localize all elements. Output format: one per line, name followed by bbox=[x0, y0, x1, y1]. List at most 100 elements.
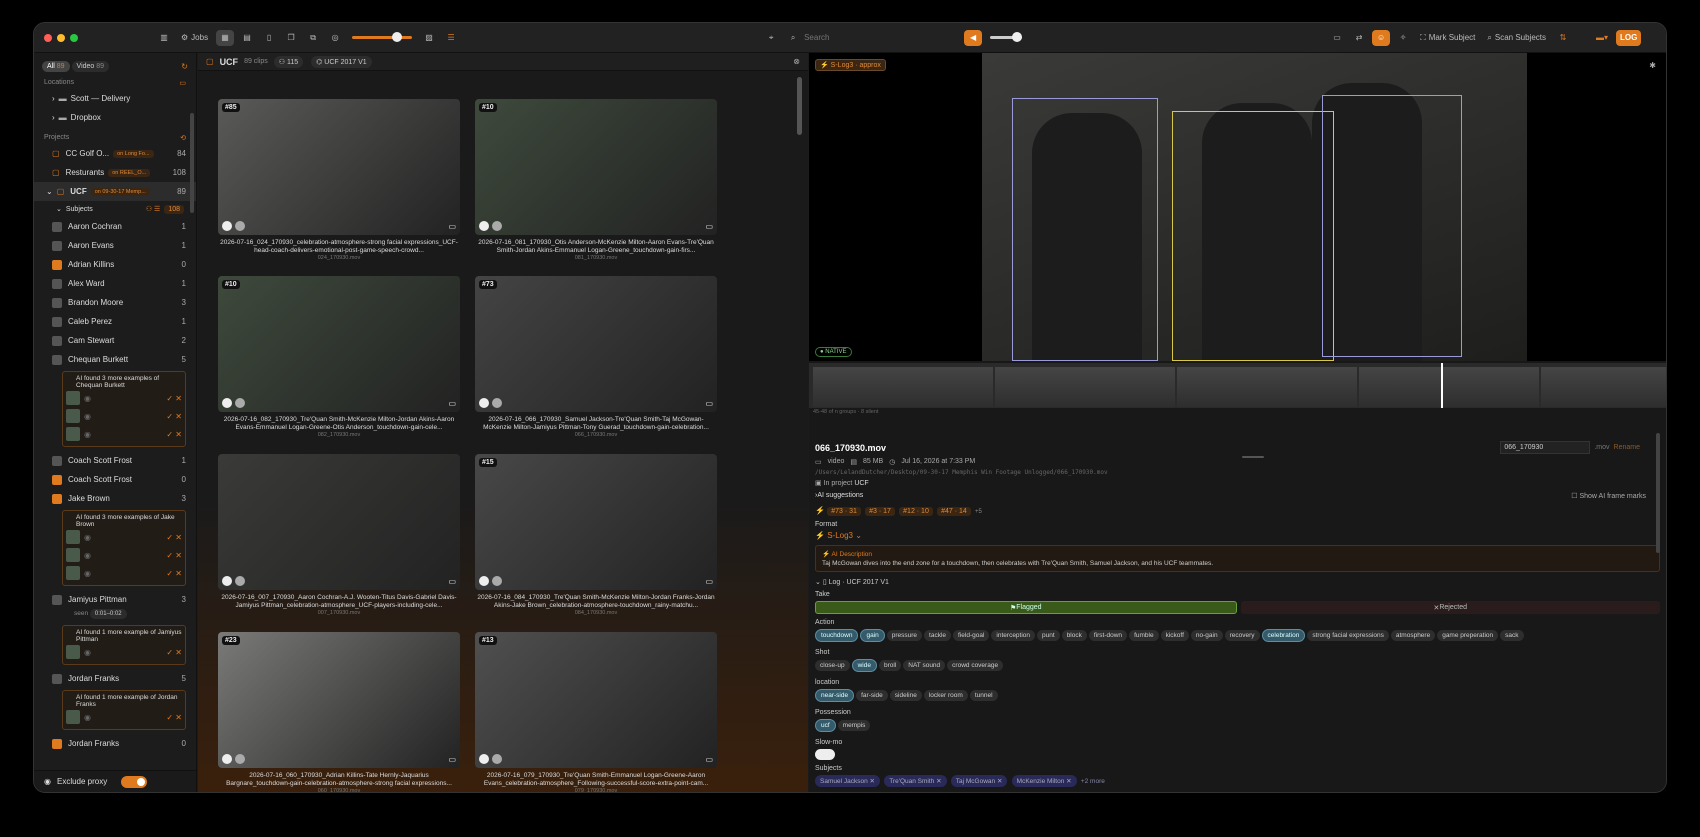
subject-tools-icon[interactable]: ⚇ ☰ bbox=[146, 205, 161, 213]
tag-chip[interactable]: far-side bbox=[856, 690, 888, 701]
subject-item[interactable]: Alex Ward 1 bbox=[34, 274, 196, 293]
clip-thumbnail[interactable]: ▭ bbox=[218, 454, 460, 590]
tag-chip[interactable]: celebration bbox=[1261, 629, 1306, 642]
folder-add-icon[interactable]: ▭ bbox=[179, 79, 186, 87]
copy-icon[interactable]: ❐ bbox=[282, 30, 300, 46]
filter-icon[interactable]: ◎ bbox=[326, 30, 344, 46]
tag-chip[interactable]: mempis bbox=[837, 720, 871, 731]
accept-icon[interactable]: ✓ ✕ bbox=[166, 394, 182, 403]
wand-icon[interactable]: ✧ bbox=[1394, 30, 1412, 46]
subject-item[interactable]: Coach Scott Frost 0 bbox=[34, 470, 196, 489]
video-frame[interactable] bbox=[982, 53, 1527, 361]
subject-item[interactable]: Aaron Cochran 1 bbox=[34, 217, 196, 236]
tag-chip[interactable]: NAT sound bbox=[903, 660, 946, 671]
tag-chip[interactable]: touchdown bbox=[815, 629, 859, 642]
eye-icon[interactable]: ◉ bbox=[84, 430, 91, 439]
exclude-proxy-toggle[interactable] bbox=[121, 775, 148, 788]
timeline-strip[interactable] bbox=[809, 363, 1666, 408]
image-icon[interactable]: ▨ bbox=[420, 30, 438, 46]
settings-icon[interactable]: ✱ bbox=[1649, 61, 1656, 70]
details-scrollbar[interactable] bbox=[1656, 433, 1660, 553]
rejected-button[interactable]: ✕ Rejected bbox=[1240, 601, 1660, 614]
tag-chip[interactable]: block bbox=[1061, 630, 1087, 641]
filter-video[interactable]: Video 89 bbox=[71, 61, 110, 72]
clip-card[interactable]: #73 ▭ 2026-07-16_066_170930_Samuel Jacks… bbox=[475, 276, 717, 438]
project-add-icon[interactable]: ⟲ bbox=[180, 134, 186, 142]
accept-icon[interactable]: ✓ ✕ bbox=[166, 412, 182, 421]
sidebar-toggle-icon[interactable]: ▥ bbox=[155, 30, 173, 46]
subject-item[interactable]: Cam Stewart 2 bbox=[34, 331, 196, 350]
tag-chip[interactable]: fumble bbox=[1129, 630, 1159, 641]
subject-item[interactable]: Jamiyus Pittman 3 bbox=[34, 590, 196, 609]
eye-icon[interactable]: ◉ bbox=[84, 394, 91, 403]
tag-icon[interactable] bbox=[222, 754, 232, 764]
clip-card[interactable]: #15 ▭ 2026-07-16_084_170930_Tre'Quan Smi… bbox=[475, 454, 717, 616]
tag-chip[interactable]: gain bbox=[860, 629, 885, 642]
jersey-badge[interactable]: #12 · 10 bbox=[899, 507, 933, 516]
subject-item[interactable]: Jordan Franks 5 bbox=[34, 669, 196, 688]
sort-icon[interactable]: ⇅ bbox=[1554, 30, 1572, 46]
tag-chip[interactable]: tackle bbox=[924, 630, 952, 641]
accept-icon[interactable]: ✓ ✕ bbox=[166, 533, 182, 542]
project-item[interactable]: ▢ Resturants on REEL_O... 108 bbox=[34, 163, 196, 182]
eye-icon[interactable]: ◉ bbox=[84, 569, 91, 578]
subject-box[interactable] bbox=[1172, 111, 1334, 361]
location-item[interactable]: › ▬ Scott — Delivery bbox=[34, 89, 196, 108]
ai-suggestion-row[interactable]: ◉ ✓ ✕ bbox=[66, 546, 182, 564]
subject-box[interactable] bbox=[1012, 98, 1158, 361]
clip-thumbnail[interactable]: #85 ▭ bbox=[218, 99, 460, 235]
tag-chip[interactable]: broll bbox=[878, 660, 902, 671]
log-header[interactable]: ⌄ ▯ Log · UCF 2017 V1 bbox=[815, 578, 1660, 586]
tag-chip[interactable]: ucf bbox=[815, 719, 836, 732]
subject-item[interactable]: Coach Scott Frost 1 bbox=[34, 451, 196, 470]
subject-item[interactable]: Brandon Moore 3 bbox=[34, 293, 196, 312]
accept-icon[interactable]: ✓ ✕ bbox=[166, 551, 182, 560]
subjects-header[interactable]: ⌄ Subjects ⚇ ☰ 108 bbox=[34, 201, 196, 217]
clip-card[interactable]: #10 ▭ 2026-07-16_081_170930_Otis Anderso… bbox=[475, 99, 717, 261]
sidebar-scrollbar[interactable] bbox=[190, 113, 194, 213]
ai-suggestions-row[interactable]: › AI suggestions ☐ Show AI frame marks bbox=[815, 492, 1660, 500]
search-input[interactable] bbox=[804, 33, 955, 42]
log-chip[interactable]: ⌬ UCF 2017 V1 bbox=[311, 55, 372, 68]
volume-slider[interactable] bbox=[990, 32, 1023, 42]
eye-icon[interactable]: ◉ bbox=[84, 412, 91, 421]
subject-item[interactable]: Chequan Burkett 5 bbox=[34, 350, 196, 369]
ai-suggestion-row[interactable]: ◉ ✓ ✕ bbox=[66, 425, 182, 443]
thumbnail-size-slider[interactable] bbox=[352, 32, 413, 42]
archive-icon[interactable]: ▤ bbox=[238, 30, 256, 46]
swap-icon[interactable]: ⇄ bbox=[1350, 30, 1368, 46]
subject-item[interactable]: Jake Brown 3 bbox=[34, 489, 196, 508]
clip-card[interactable]: ▭ 2026-07-16_007_170930_Aaron Cochran-A.… bbox=[218, 454, 460, 616]
ai-suggestion-row[interactable]: ◉ ✓ ✕ bbox=[66, 389, 182, 407]
subject-tag[interactable]: Samuel Jackson ✕ bbox=[815, 775, 880, 787]
subject-box[interactable] bbox=[1322, 95, 1462, 357]
accept-icon[interactable]: ✓ ✕ bbox=[166, 648, 182, 657]
subject-item[interactable]: Jordan Franks 0 bbox=[34, 734, 196, 753]
minimize-icon[interactable] bbox=[57, 33, 65, 42]
tag-chip[interactable]: wide bbox=[851, 659, 877, 672]
tag-chip[interactable]: punt bbox=[1037, 630, 1060, 641]
subject-item[interactable]: Caleb Perez 1 bbox=[34, 312, 196, 331]
tag-chip[interactable]: pressure bbox=[886, 630, 923, 641]
tag-chip[interactable]: recovery bbox=[1224, 630, 1260, 641]
ai-suggestion-row[interactable]: ◉ ✓ ✕ bbox=[66, 528, 182, 546]
tag-icon[interactable] bbox=[222, 398, 232, 408]
people-icon[interactable]: ☺ bbox=[1372, 29, 1391, 46]
tag-chip[interactable]: field-goal bbox=[953, 630, 990, 641]
ai-suggestion-row[interactable]: ◉ ✓ ✕ bbox=[66, 407, 182, 425]
tag-icon[interactable] bbox=[222, 576, 232, 586]
tag-icon[interactable] bbox=[479, 398, 489, 408]
accept-icon[interactable]: ✓ ✕ bbox=[166, 569, 182, 578]
location-item[interactable]: › ▬ Dropbox bbox=[34, 108, 196, 127]
grid-scrollbar[interactable] bbox=[797, 77, 802, 135]
clip-card[interactable]: #10 ▭ 2026-07-16_082_170930_Tre'Quan Smi… bbox=[218, 276, 460, 438]
rename-input[interactable] bbox=[1500, 441, 1591, 454]
flagged-button[interactable]: ⚑ Flagged bbox=[815, 601, 1237, 614]
layers-icon[interactable]: ⧉ bbox=[304, 30, 322, 46]
tag-chip[interactable]: sack bbox=[1500, 630, 1524, 641]
subject-tag[interactable]: McKenzie Milton ✕ bbox=[1011, 775, 1077, 787]
clip-thumbnail[interactable]: #10 ▭ bbox=[475, 99, 717, 235]
tag-chip[interactable]: tunnel bbox=[969, 690, 998, 701]
format-select[interactable]: ⚡ S-Log3 ⌄ bbox=[815, 531, 1660, 540]
clip-card[interactable]: #23 ▭ 2026-07-16_060_170930_Adrian Killi… bbox=[218, 632, 460, 792]
